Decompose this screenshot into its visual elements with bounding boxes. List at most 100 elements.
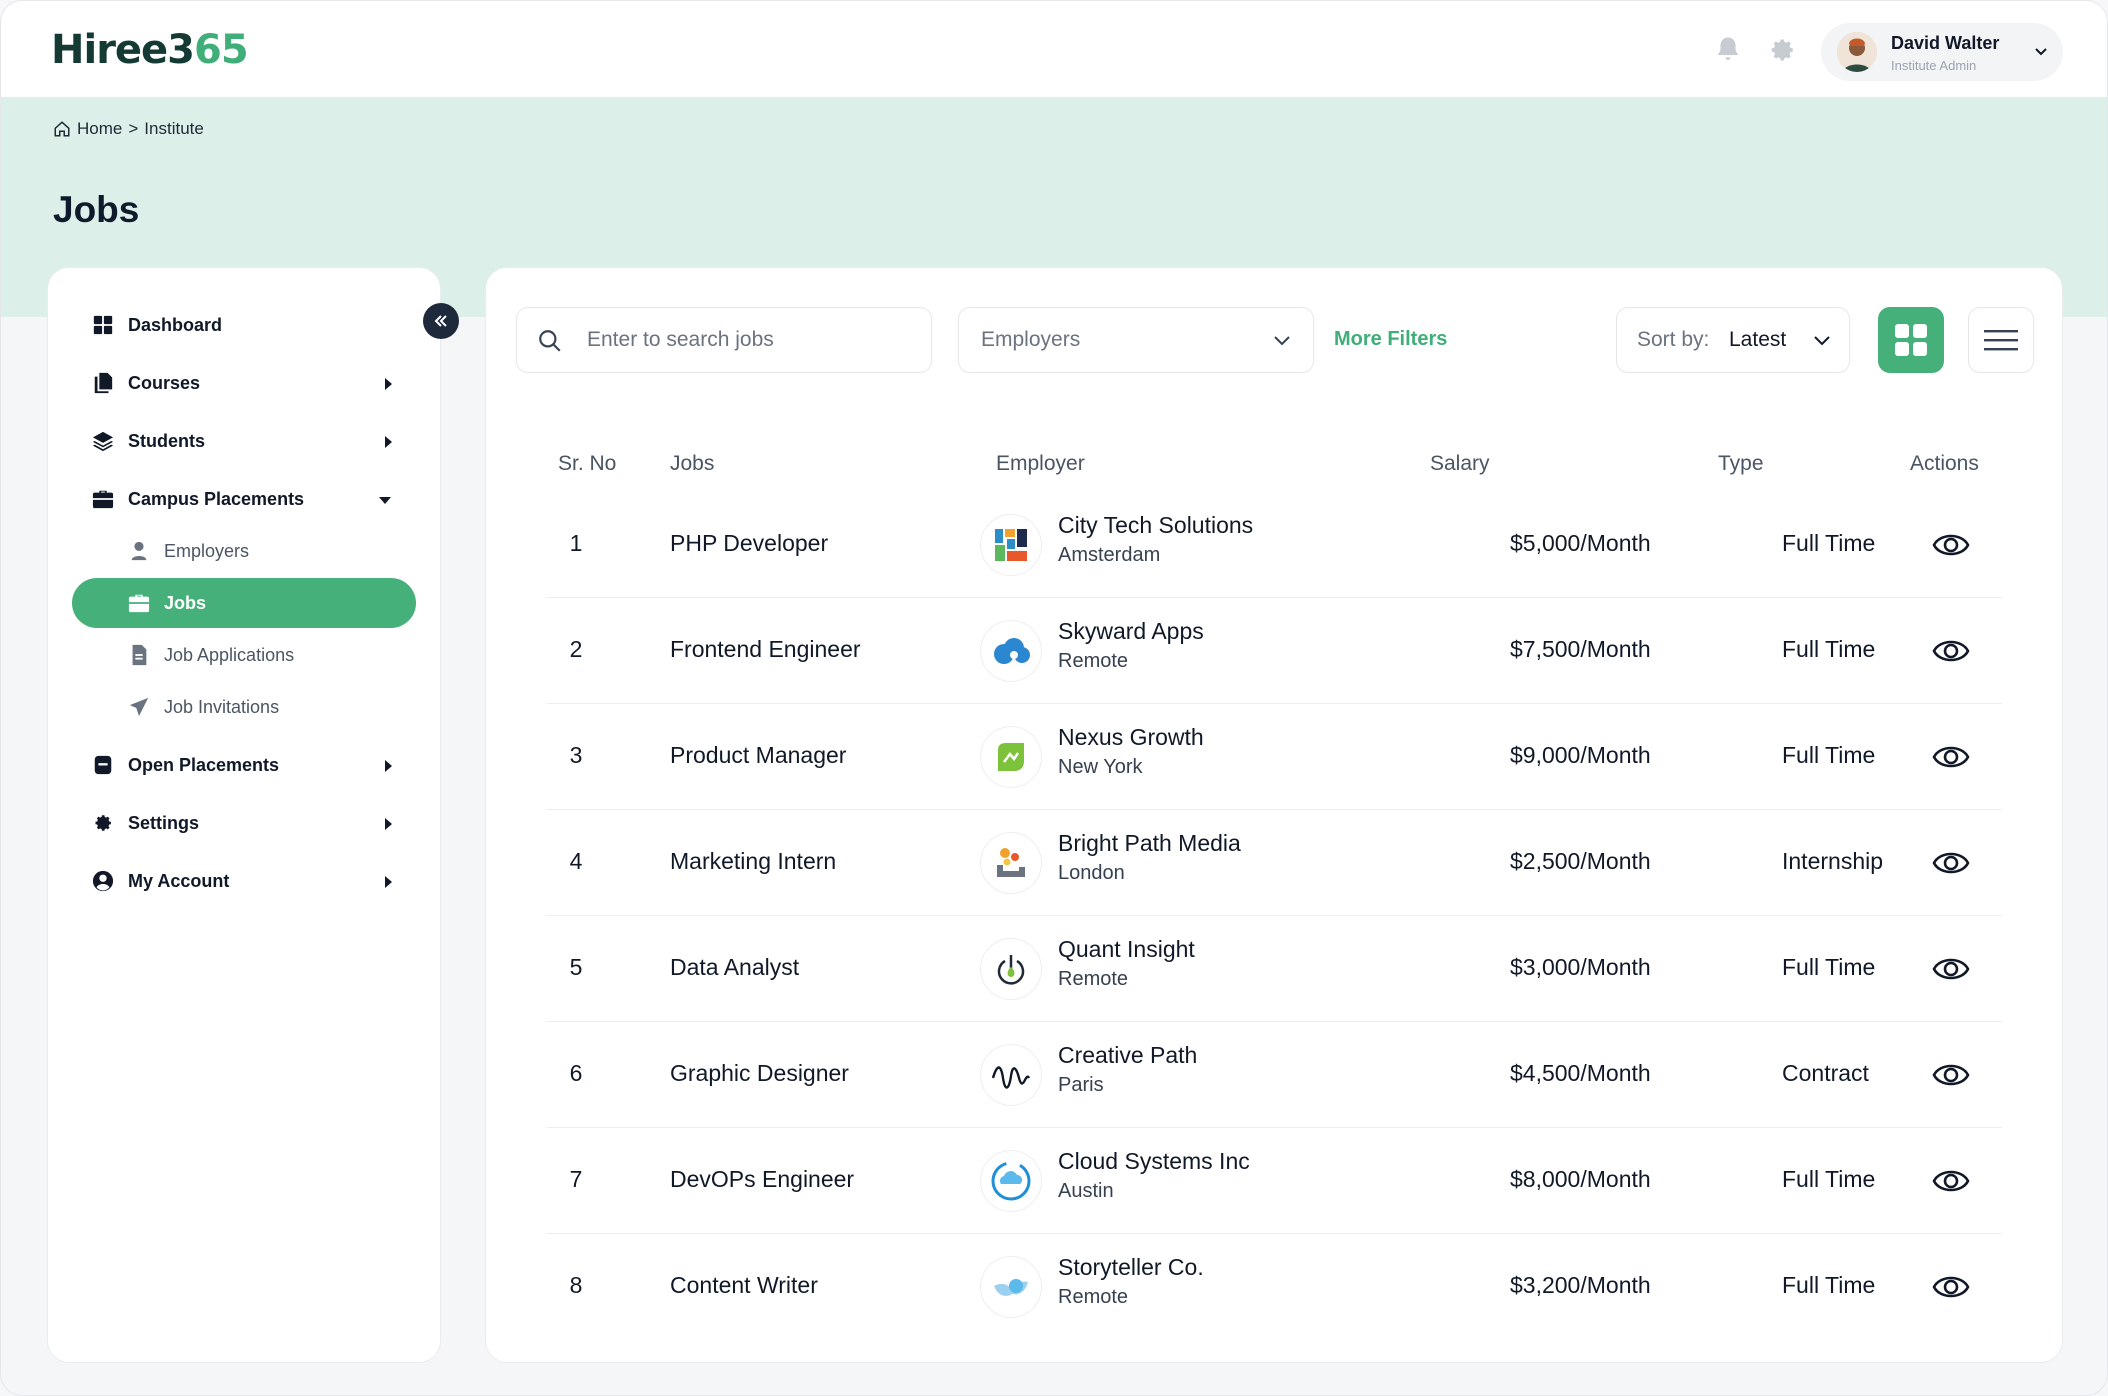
eye-icon[interactable] (1932, 1162, 1970, 1200)
eye-icon[interactable] (1932, 950, 1970, 988)
sidebar-item-students[interactable]: Students (48, 416, 442, 466)
employer-name[interactable]: Quant Insight (1058, 936, 1195, 963)
table-row: 3 Product Manager Nexus Growth New York … (546, 704, 2002, 810)
job-title[interactable]: DevOPs Engineer (670, 1166, 854, 1193)
employer-name[interactable]: Creative Path (1058, 1042, 1197, 1069)
list-view-button[interactable] (1968, 307, 2034, 373)
user-role: Institute Admin (1891, 58, 1977, 73)
send-icon (129, 697, 149, 717)
chevrons-left-icon (434, 315, 447, 327)
gear-icon (95, 815, 111, 831)
sidebar-item-campus-placements[interactable]: Campus Placements (48, 474, 442, 524)
search-input[interactable]: Enter to search jobs (516, 307, 932, 373)
breadcrumb-current: Institute (144, 119, 204, 138)
sidebar-item-label: Open Placements (128, 754, 280, 775)
employer-name[interactable]: Storyteller Co. (1058, 1254, 1204, 1281)
employer-logo (980, 1150, 1042, 1212)
home-icon[interactable] (53, 120, 71, 138)
grid-view-button[interactable] (1878, 307, 1944, 373)
briefcase-icon (128, 594, 150, 613)
caret-down-icon (379, 497, 391, 504)
eye-icon[interactable] (1932, 844, 1970, 882)
caret-right-icon (385, 378, 392, 390)
eye-icon[interactable] (1932, 1056, 1970, 1094)
salary: $7,500/Month (1510, 636, 1651, 662)
sidebar-item-employers[interactable]: Employers (48, 526, 442, 576)
job-type: Full Time (1782, 742, 1876, 768)
file-icon (132, 644, 147, 666)
job-title[interactable]: Graphic Designer (670, 1060, 849, 1087)
job-title[interactable]: Marketing Intern (670, 848, 836, 875)
employer-name[interactable]: Cloud Systems Inc (1058, 1148, 1250, 1175)
app-logo[interactable]: Hiree365 (51, 27, 249, 73)
document-icon (94, 372, 113, 394)
employer-name[interactable]: Bright Path Media (1058, 830, 1241, 857)
sidebar-item-dashboard[interactable]: Dashboard (48, 300, 442, 350)
collapse-sidebar-button[interactable] (423, 303, 459, 339)
sr-no: 6 (569, 1060, 583, 1086)
job-title[interactable]: Data Analyst (670, 954, 799, 981)
dashboard-icon (93, 315, 113, 335)
job-title[interactable]: Content Writer (670, 1272, 818, 1299)
caret-right-icon (385, 436, 392, 448)
more-filters-link[interactable]: More Filters (1334, 328, 1447, 351)
table-row: 1 PHP Developer City Tech Solutions Amst… (546, 492, 2002, 598)
grid-icon (1895, 324, 1927, 356)
sidebar-item-label: Employers (164, 540, 250, 561)
sidebar-item-job-invitations[interactable]: Job Invitations (48, 682, 442, 732)
job-type: Internship (1782, 848, 1884, 874)
sidebar-item-label: Jobs (164, 592, 207, 613)
table-row: 8 Content Writer Storyteller Co. Remote … (546, 1234, 2002, 1340)
sidebar-item-my-account[interactable]: My Account (48, 856, 442, 906)
list-icon (1984, 330, 2018, 351)
job-type: Full Time (1782, 1166, 1876, 1192)
sidebar-item-label: Dashboard (128, 314, 223, 335)
sr-no: 8 (569, 1272, 583, 1298)
sr-no: 5 (569, 954, 583, 980)
breadcrumb-home[interactable]: Home (77, 119, 122, 139)
col-header-employer: Employer (996, 452, 1085, 475)
eye-icon[interactable] (1932, 738, 1970, 776)
employer-location: Amsterdam (1058, 544, 1161, 566)
sidebar-item-label: My Account (128, 870, 230, 891)
employer-name[interactable]: Nexus Growth (1058, 724, 1204, 751)
sort-select[interactable]: Sort by: Latest (1616, 307, 1850, 373)
gear-icon[interactable] (1767, 35, 1797, 65)
sr-no: 7 (569, 1166, 583, 1192)
employer-location: Paris (1058, 1074, 1104, 1096)
employer-location: Remote (1058, 1286, 1129, 1308)
jobs-panel: Enter to search jobs Employers More Filt… (485, 267, 2063, 1363)
job-type: Full Time (1782, 954, 1876, 980)
briefcase-icon (92, 490, 114, 509)
salary: $5,000/Month (1510, 530, 1651, 556)
job-title[interactable]: Product Manager (670, 742, 846, 769)
salary: $3,200/Month (1510, 1272, 1651, 1298)
sr-no: 1 (569, 530, 583, 556)
app-frame: Hiree365 David Walter Institute Admin Ho… (0, 0, 2108, 1396)
job-title[interactable]: PHP Developer (670, 530, 828, 557)
eye-icon[interactable] (1932, 526, 1970, 564)
sort-value: Latest (1729, 328, 1787, 351)
chevron-down-icon (2035, 48, 2047, 56)
job-title[interactable]: Frontend Engineer (670, 636, 861, 663)
eye-icon[interactable] (1932, 632, 1970, 670)
employers-select[interactable]: Employers (958, 307, 1314, 373)
user-icon (131, 541, 147, 561)
job-type: Contract (1782, 1060, 1869, 1086)
col-header-sr-no: Sr. No (558, 452, 617, 475)
caret-right-icon (385, 818, 392, 830)
sidebar-item-settings[interactable]: Settings (48, 798, 442, 848)
sidebar-item-job-applications[interactable]: Job Applications (48, 630, 442, 680)
user-menu[interactable]: David Walter Institute Admin (1821, 23, 2063, 81)
employer-name[interactable]: City Tech Solutions (1058, 512, 1253, 539)
employer-name[interactable]: Skyward Apps (1058, 618, 1204, 645)
table-row: 5 Data Analyst Quant Insight Remote $3,0… (546, 916, 2002, 1022)
sidebar-item-jobs[interactable]: Jobs (72, 578, 416, 628)
sidebar-item-open-placements[interactable]: Open Placements (48, 740, 442, 790)
sidebar-item-courses[interactable]: Courses (48, 358, 442, 408)
search-icon (539, 330, 561, 352)
job-type: Full Time (1782, 1272, 1876, 1298)
eye-icon[interactable] (1932, 1268, 1970, 1306)
employer-location: New York (1058, 756, 1143, 778)
bell-icon[interactable] (1713, 35, 1743, 65)
